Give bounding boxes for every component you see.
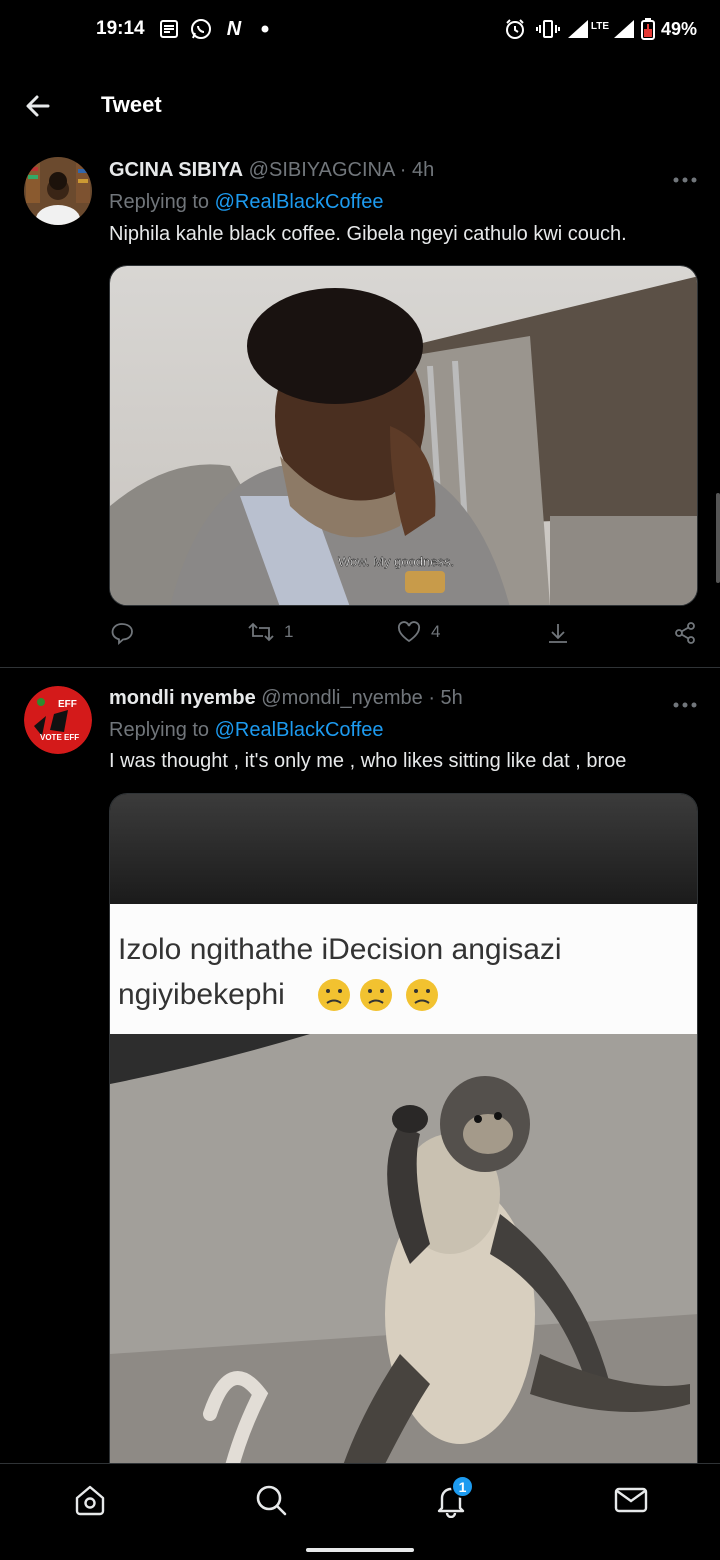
- avatar-logo-text: VOTE EFF: [40, 733, 79, 742]
- reply-icon[interactable]: [110, 621, 134, 645]
- divider: [0, 667, 720, 668]
- like-count: 4: [431, 622, 441, 641]
- author-handle[interactable]: @mondli_nyembe: [261, 687, 423, 709]
- author-name[interactable]: mondli nyembe: [109, 687, 256, 709]
- home-icon[interactable]: [72, 1482, 108, 1518]
- tweet-reply[interactable]: EFF VOTE EFF mondli nyembe @mondli_nyemb…: [0, 678, 720, 1473]
- tweet-image[interactable]: Izolo ngithathe iDecision angisazi ngiyi…: [109, 793, 698, 1473]
- search-icon[interactable]: [253, 1482, 289, 1518]
- avatar[interactable]: EFF VOTE EFF: [24, 686, 92, 754]
- scrollbar[interactable]: [716, 493, 720, 583]
- news-icon: [158, 17, 180, 41]
- messages-icon[interactable]: [613, 1482, 649, 1518]
- tweet-text: Niphila kahle black coffee. Gibela ngeyi…: [109, 223, 627, 245]
- bottom-navigation: 1: [0, 1463, 720, 1560]
- notification-badge: 1: [451, 1475, 474, 1498]
- mention-link[interactable]: @RealBlackCoffee: [215, 191, 384, 213]
- meme-text-line1: Izolo ngithathe iDecision angisazi: [118, 933, 562, 966]
- author-handle[interactable]: @SIBIYAGCINA: [249, 159, 395, 181]
- retweet-count: 1: [284, 622, 294, 641]
- tweet-time: · 4h: [399, 159, 435, 181]
- more-options-icon[interactable]: [672, 696, 698, 708]
- replying-to: Replying to @RealBlackCoffee: [109, 719, 384, 742]
- like-button[interactable]: 4: [397, 621, 440, 643]
- tweet-header: GCINA SIBIYA @SIBIYAGCINA · 4h: [109, 159, 434, 182]
- tweet-reply[interactable]: GCINA SIBIYA @SIBIYAGCINA · 4h Replying …: [0, 150, 720, 668]
- sitting-monkey-meme-image: Izolo ngithathe iDecision angisazi ngiyi…: [110, 794, 697, 1473]
- avatar-logo-text: EFF: [58, 699, 77, 710]
- battery-icon: [640, 17, 656, 41]
- alarm-icon: [504, 17, 526, 41]
- status-bar: 19:14 N LTE 49%: [0, 0, 720, 62]
- worried-face-icon: [360, 979, 392, 1011]
- back-arrow-icon[interactable]: [24, 92, 52, 120]
- whatsapp-icon: [188, 17, 214, 41]
- retweet-icon: [248, 622, 274, 642]
- tweet-header: mondli nyembe @mondli_nyembe · 5h: [109, 687, 463, 710]
- mention-link[interactable]: @RealBlackCoffee: [215, 719, 384, 741]
- replying-prefix: Replying to: [109, 719, 210, 741]
- status-time: 19:14: [96, 18, 145, 39]
- share-network-icon[interactable]: [673, 621, 697, 645]
- worried-face-icon: [406, 979, 438, 1011]
- tweet-image[interactable]: Wow. My goodness.: [109, 265, 698, 606]
- battery-percent: 49%: [661, 19, 698, 39]
- replying-prefix: Replying to: [109, 191, 210, 213]
- page-title: Tweet: [101, 92, 162, 117]
- network-type: LTE: [590, 20, 610, 32]
- replying-to: Replying to @RealBlackCoffee: [109, 191, 384, 214]
- heart-icon: [397, 621, 421, 643]
- n-app-icon: N: [226, 17, 242, 40]
- man-smiling-image: Wow. My goodness.: [110, 266, 697, 605]
- dot-icon: [260, 17, 270, 41]
- signal-icon: [612, 17, 636, 41]
- tweet-text: I was thought , it's only me , who likes…: [109, 750, 627, 772]
- vibrate-icon: [536, 17, 560, 41]
- meme-text-line2: ngiyibekephi: [118, 978, 285, 1011]
- signal-icon: [566, 17, 590, 41]
- retweet-button[interactable]: 1: [248, 621, 293, 643]
- tweet-actions: 1 4: [0, 621, 720, 651]
- avatar[interactable]: [24, 157, 92, 225]
- home-indicator[interactable]: [306, 1548, 414, 1552]
- top-header: Tweet: [0, 70, 720, 144]
- share-icon[interactable]: [546, 621, 570, 645]
- more-options-icon[interactable]: [672, 171, 698, 183]
- worried-face-icon: [318, 979, 350, 1011]
- tweet-time: · 5h: [428, 687, 463, 709]
- image-caption: Wow. My goodness.: [338, 554, 454, 569]
- author-name[interactable]: GCINA SIBIYA: [109, 159, 243, 181]
